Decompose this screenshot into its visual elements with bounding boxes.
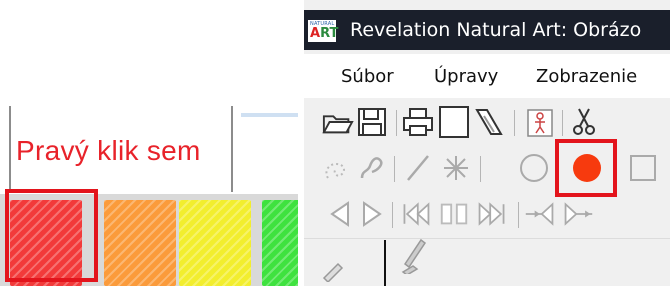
cell-divider: [231, 106, 233, 192]
toolbar-separator: [562, 110, 563, 136]
rectangle-icon[interactable]: [627, 152, 659, 184]
pencil-icon[interactable]: [396, 238, 428, 274]
shrink-arrows-icon[interactable]: [524, 198, 556, 230]
menu-bar: Súbor Úpravy Zobrazenie: [304, 54, 670, 98]
canvas-divider: [384, 240, 386, 286]
stamp-icon[interactable]: [474, 106, 506, 138]
toolbar-nav: [304, 192, 670, 239]
app-logo-icon: NATURAL ART: [308, 20, 338, 42]
blank-page-icon[interactable]: [438, 106, 470, 138]
panel-edge: [241, 113, 298, 117]
canvas-area: [304, 238, 670, 286]
curve-icon[interactable]: [356, 152, 388, 184]
toolbar-separator: [396, 110, 397, 136]
left-panel: Pravý klik sem: [0, 0, 302, 286]
pause-frames-icon[interactable]: [438, 198, 470, 230]
expand-arrows-icon[interactable]: [562, 198, 594, 230]
scissors-icon[interactable]: [568, 106, 600, 138]
toolbar-separator: [392, 202, 393, 228]
green-swatch[interactable]: [262, 200, 302, 286]
logo-main-text: ART: [310, 27, 338, 40]
open-folder-icon[interactable]: [322, 106, 354, 138]
yellow-swatch[interactable]: [179, 200, 251, 286]
print-icon[interactable]: [402, 106, 434, 138]
toolbar-separator: [394, 156, 395, 182]
triangle-right-icon[interactable]: [356, 198, 388, 230]
logo-a: A: [310, 26, 321, 41]
dotted-loop-icon[interactable]: [320, 152, 352, 184]
figure-template-icon[interactable]: [524, 106, 556, 138]
circle-icon[interactable]: [518, 152, 550, 184]
cell-divider: [9, 106, 11, 192]
fast-forward-icon[interactable]: [476, 198, 508, 230]
menu-file[interactable]: Súbor: [341, 66, 394, 87]
save-disk-icon[interactable]: [356, 106, 388, 138]
title-bar: NATURAL ART Revelation Natural Art: Obrá…: [304, 10, 670, 50]
rewind-icon[interactable]: [400, 198, 432, 230]
window-title: Revelation Natural Art: Obrázo: [350, 19, 642, 41]
toolbar-separator: [518, 202, 519, 228]
logo-rt: RT: [320, 26, 339, 41]
highlight-box: [5, 189, 98, 282]
app-window: NATURAL ART Revelation Natural Art: Obrá…: [304, 0, 670, 286]
orange-swatch[interactable]: [104, 200, 176, 286]
star-burst-icon[interactable]: [440, 152, 472, 184]
line-icon[interactable]: [402, 152, 434, 184]
menu-view[interactable]: Zobrazenie: [536, 66, 637, 87]
menu-edit[interactable]: Úpravy: [434, 66, 498, 87]
filled-circle-icon[interactable]: [573, 154, 601, 182]
toolbar-separator: [480, 156, 481, 182]
triangle-left-icon[interactable]: [324, 198, 356, 230]
instruction-label: Pravý klik sem: [16, 135, 201, 166]
brush-icon[interactable]: [316, 252, 348, 284]
toolbar-separator: [514, 110, 515, 136]
